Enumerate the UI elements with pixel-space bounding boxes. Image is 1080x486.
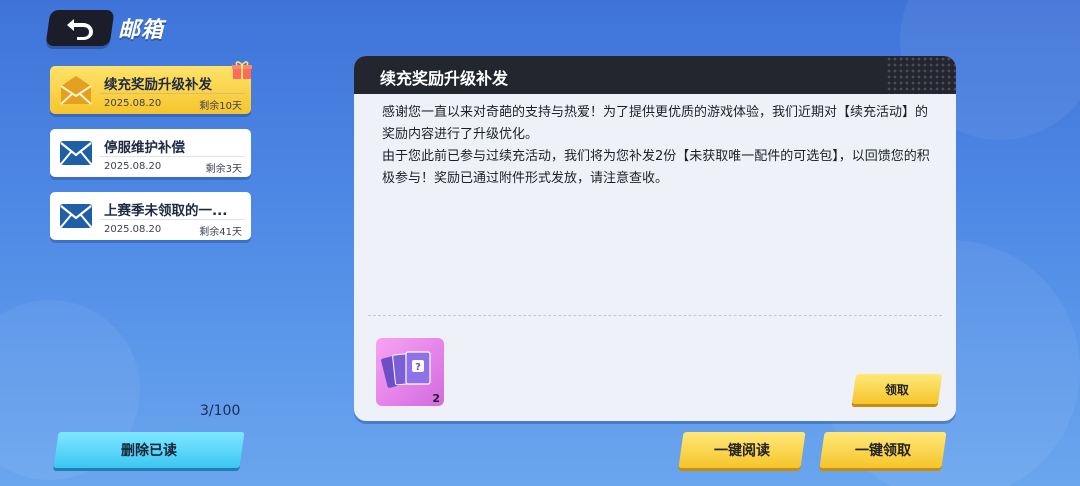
gift-icon bbox=[232, 61, 252, 79]
mail-paragraph: 感谢您一直以来对奇葩的支持与热爱！为了提供更优质的游戏体验，我们近期对【续充活动… bbox=[382, 105, 929, 142]
mail-divider bbox=[100, 219, 245, 220]
mail-divider bbox=[100, 93, 245, 94]
claim-all-button[interactable]: 一键领取 bbox=[819, 432, 947, 468]
claim-label: 领取 bbox=[884, 382, 909, 397]
mail-remaining: 剩余41天 bbox=[199, 227, 242, 238]
claim-button[interactable]: 领取 bbox=[851, 374, 943, 404]
mail-remaining: 剩余3天 bbox=[205, 164, 242, 175]
mail-subject: 上赛季未领取的一... bbox=[104, 203, 228, 219]
attachment-item[interactable]: ? 2 bbox=[376, 338, 444, 406]
mail-subject: 续充奖励升级补发 bbox=[104, 77, 212, 93]
envelope-icon bbox=[60, 141, 92, 165]
page-title: 邮箱 bbox=[118, 18, 165, 43]
mail-divider bbox=[100, 156, 245, 157]
mail-item[interactable]: 上赛季未领取的一... 2025.08.20 剩余41天 bbox=[50, 192, 251, 240]
mail-item[interactable]: 停服维护补偿 2025.08.20 剩余3天 bbox=[50, 129, 251, 177]
mail-remaining: 剩余10天 bbox=[199, 101, 242, 112]
delete-read-button[interactable]: 删除已读 bbox=[53, 432, 245, 468]
header-dot-pattern bbox=[886, 56, 956, 94]
back-arrow-icon bbox=[67, 19, 93, 40]
envelope-icon bbox=[60, 204, 92, 228]
mail-subject: 停服维护补偿 bbox=[104, 140, 185, 156]
claim-all-label: 一键领取 bbox=[855, 443, 911, 459]
attachment-quantity: 2 bbox=[432, 392, 440, 405]
attachment-divider bbox=[368, 315, 942, 316]
delete-read-label: 删除已读 bbox=[121, 443, 177, 459]
read-all-label: 一键阅读 bbox=[714, 443, 770, 459]
mail-date: 2025.08.20 bbox=[104, 161, 162, 172]
mail-detail-panel: 续充奖励升级补发 感谢您一直以来对奇葩的支持与热爱！为了提供更优质的游戏体验，我… bbox=[354, 56, 956, 421]
read-all-button[interactable]: 一键阅读 bbox=[678, 432, 806, 468]
mail-detail-body: 感谢您一直以来对奇葩的支持与热爱！为了提供更优质的游戏体验，我们近期对【续充活动… bbox=[382, 102, 934, 190]
mail-item-selected[interactable]: 续充奖励升级补发 2025.08.20 剩余10天 bbox=[50, 61, 252, 114]
mail-paragraph: 由于您此前已参与过续充活动，我们将为您补发2份【未获取唯一配件的可选包】，以回馈… bbox=[382, 149, 930, 186]
mail-detail-header: 续充奖励升级补发 bbox=[354, 56, 956, 94]
mail-detail-title: 续充奖励升级补发 bbox=[380, 69, 509, 88]
envelope-open-icon bbox=[60, 76, 92, 105]
mail-date: 2025.08.20 bbox=[104, 98, 162, 109]
mail-date: 2025.08.20 bbox=[104, 224, 162, 235]
svg-text:?: ? bbox=[415, 362, 421, 373]
back-button[interactable] bbox=[45, 10, 115, 46]
mail-count: 3/100 bbox=[200, 403, 241, 419]
